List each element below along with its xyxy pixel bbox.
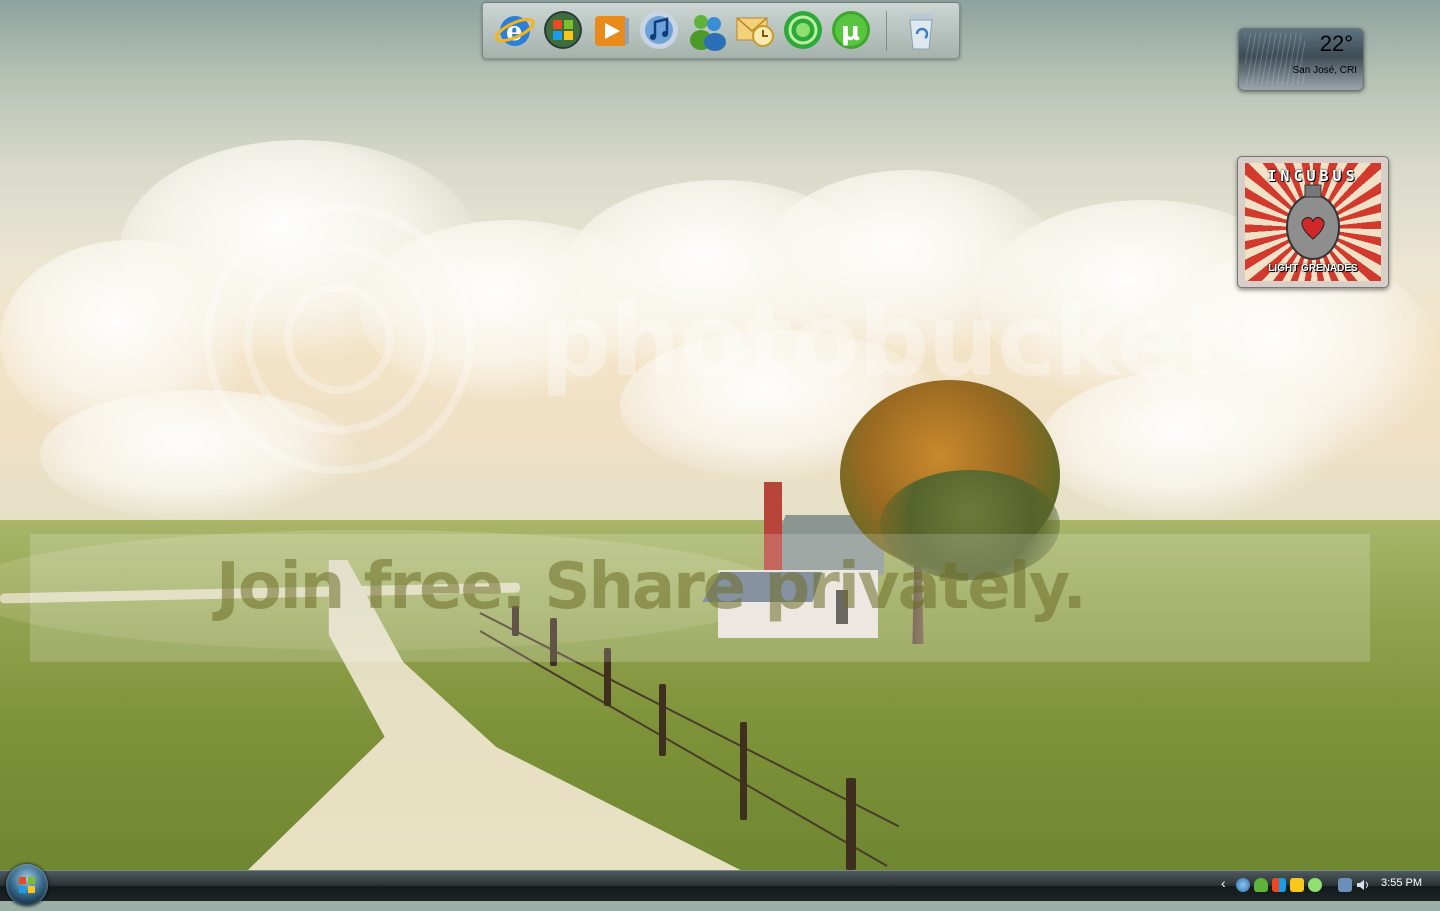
watermark-slogan: Join free. Share privately. [216, 550, 1087, 624]
security-shield-icon[interactable] [1272, 878, 1286, 892]
album-subtitle: LIGHT GRENADES [1268, 263, 1358, 274]
watermark-ring [284, 284, 394, 394]
network-icon[interactable] [1338, 878, 1352, 892]
fence-post [740, 722, 747, 820]
desktop-wallpaper: photobucket Join free. Share privately. [0, 0, 1440, 900]
album-cover: INCUBUS LIGHT GRENADES [1245, 163, 1381, 281]
rain-icon [1245, 33, 1305, 85]
watermark-brand: photobucket [540, 282, 1229, 399]
mail-icon[interactable] [733, 8, 777, 52]
album-title: INCUBUS [1267, 167, 1359, 185]
fence-post [846, 778, 856, 870]
weather-gadget[interactable]: 22° San José, CRI [1238, 28, 1364, 91]
internet-explorer-icon[interactable]: e [493, 8, 537, 52]
utorrent-glyph: µ [841, 17, 860, 47]
network-globe-icon[interactable] [1236, 878, 1250, 892]
utorrent-icon[interactable]: µ [829, 8, 873, 52]
update-icon[interactable] [1290, 878, 1304, 892]
fence-post [659, 684, 666, 756]
application-dock: e µ [482, 2, 960, 59]
weather-location: San José, CRI [1292, 65, 1357, 76]
dock-separator [886, 11, 887, 51]
album-art-gadget[interactable]: INCUBUS LIGHT GRENADES [1237, 156, 1389, 288]
itunes-icon[interactable] [637, 8, 681, 52]
green-circle-icon[interactable] [781, 8, 825, 52]
windows-flag-icon[interactable] [541, 8, 585, 52]
weather-temperature: 22° [1319, 31, 1353, 56]
media-player-icon[interactable] [589, 8, 633, 52]
messenger-icon[interactable] [685, 8, 729, 52]
taskbar-clock[interactable]: 3:55 PM [1381, 877, 1422, 889]
messenger-tray-icon[interactable] [1308, 878, 1322, 892]
volume-icon[interactable] [1356, 878, 1370, 892]
people-icon[interactable] [1254, 878, 1268, 892]
recycle-bin-icon[interactable] [899, 8, 943, 52]
